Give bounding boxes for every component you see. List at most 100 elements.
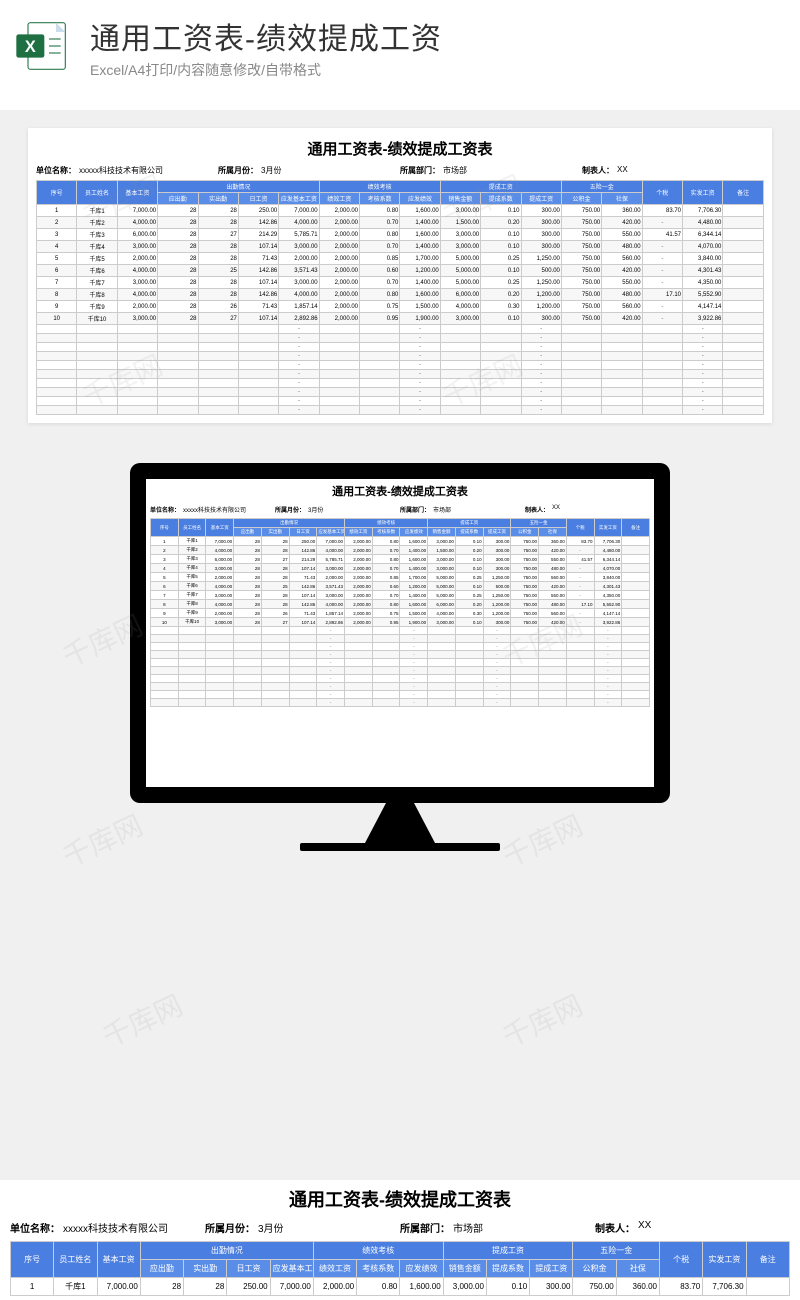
- cell: 28: [198, 241, 238, 253]
- cell: 142.86: [238, 217, 278, 229]
- cell: 千库7: [77, 277, 117, 289]
- cell: 千库10: [178, 618, 206, 627]
- cell: [723, 229, 764, 241]
- cell: [511, 675, 539, 683]
- cell: 2: [37, 217, 77, 229]
- cell: 2,000.00: [117, 301, 157, 313]
- cell: 2,000.00: [345, 600, 373, 609]
- table-row: ----: [37, 397, 764, 406]
- cell: 28: [158, 253, 198, 265]
- cell: [622, 573, 650, 582]
- table-row: 5千库52,000.00282871.432,000.002,000.000.8…: [37, 253, 764, 265]
- table-row: ----: [37, 334, 764, 343]
- cell: -: [317, 667, 345, 675]
- cell: 2,000.00: [279, 253, 319, 265]
- cell: 300.00: [483, 546, 511, 555]
- cell: [345, 627, 373, 635]
- cell: 750.00: [561, 289, 601, 301]
- cell: 5,000.00: [440, 277, 480, 289]
- table-row: ----: [151, 691, 650, 699]
- cell: 1,900.00: [400, 618, 428, 627]
- cell: [481, 406, 521, 415]
- cell: [455, 675, 483, 683]
- cell: 28: [158, 217, 198, 229]
- cell: [178, 691, 206, 699]
- cell: [158, 334, 198, 343]
- cell: [561, 397, 601, 406]
- cell: -: [594, 627, 622, 635]
- cell: [178, 643, 206, 651]
- cell: 4,000.00: [317, 546, 345, 555]
- cell: 500.00: [521, 265, 561, 277]
- cell: [206, 659, 234, 667]
- cell: [117, 388, 157, 397]
- table-row: 1千库17,000.002828250.007,000.002,000.000.…: [37, 205, 764, 217]
- cell: -: [317, 643, 345, 651]
- cell: -: [683, 379, 723, 388]
- cell: 6,344.14: [683, 229, 723, 241]
- cell: [238, 361, 278, 370]
- cell: 214.29: [238, 229, 278, 241]
- cell: -: [521, 397, 561, 406]
- cell: [37, 334, 77, 343]
- cell: 5: [151, 573, 179, 582]
- table-row: ----: [151, 699, 650, 707]
- cell: [440, 325, 480, 334]
- cell: 7,706.30: [703, 1278, 746, 1296]
- cell: 0.10: [481, 241, 521, 253]
- cell: 28: [198, 253, 238, 265]
- cell: 500.00: [483, 582, 511, 591]
- cell: [622, 537, 650, 546]
- cell: [481, 352, 521, 361]
- cell: 2,000.00: [319, 313, 359, 325]
- top-banner: X 通用工资表-绩效提成工资 Excel/A4打印/内容随意修改/自带格式: [0, 0, 800, 110]
- cell: [198, 352, 238, 361]
- cell: 4,000.00: [440, 301, 480, 313]
- cell: 0.95: [360, 313, 400, 325]
- cell: 2,000.00: [345, 582, 373, 591]
- cell: -: [279, 397, 319, 406]
- cell: [234, 643, 262, 651]
- cell: 420.00: [539, 582, 567, 591]
- cell: [77, 352, 117, 361]
- cell: -: [683, 352, 723, 361]
- cell: [238, 325, 278, 334]
- col-header: 备注: [622, 519, 650, 537]
- cell: [481, 388, 521, 397]
- cell: [539, 667, 567, 675]
- cell: 300.00: [521, 205, 561, 217]
- cell: [360, 325, 400, 334]
- cell: 480.00: [602, 289, 642, 301]
- cell: 28: [234, 600, 262, 609]
- col-header: 五险一金: [573, 1242, 660, 1260]
- cell: -: [400, 406, 440, 415]
- cell: 5,552.90: [594, 600, 622, 609]
- col-header: 实发工资: [594, 519, 622, 537]
- cell: [158, 379, 198, 388]
- cell: [261, 699, 289, 707]
- cell: [206, 675, 234, 683]
- cell: 28: [158, 301, 198, 313]
- cell: 750.00: [561, 277, 601, 289]
- cell: -: [483, 667, 511, 675]
- cell: 3,000.00: [317, 564, 345, 573]
- cell: 4,000.00: [317, 600, 345, 609]
- cell: [440, 370, 480, 379]
- cell: [289, 667, 317, 675]
- cell: [642, 325, 682, 334]
- cell: -: [566, 609, 594, 618]
- cell: [622, 600, 650, 609]
- cell: [566, 659, 594, 667]
- cell: [428, 675, 456, 683]
- dept-label: 所属部门：: [400, 505, 430, 514]
- cell: 2,000.00: [345, 546, 373, 555]
- cell: -: [279, 352, 319, 361]
- cell: 300.00: [521, 313, 561, 325]
- cell: [117, 343, 157, 352]
- cell: 2,892.86: [317, 618, 345, 627]
- table-row: 10千库103,000.002827107.142,892.862,000.00…: [37, 313, 764, 325]
- cell: [511, 699, 539, 707]
- cell: [372, 651, 400, 659]
- cell: 71.43: [289, 609, 317, 618]
- cell: [622, 555, 650, 564]
